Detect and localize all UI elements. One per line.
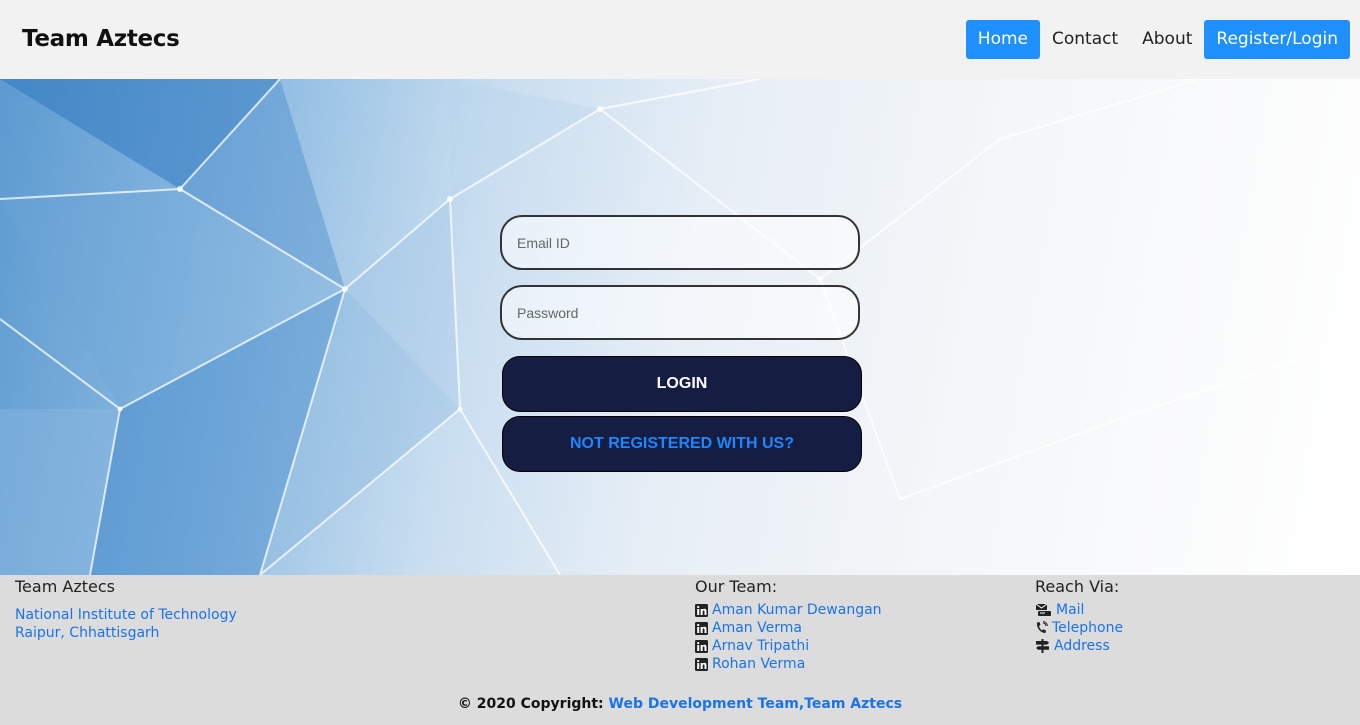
copyright-line: © 2020 Copyright: Web Development Team,T…	[0, 696, 1360, 712]
password-input[interactable]	[500, 285, 860, 340]
login-button[interactable]: LOGIN	[502, 356, 862, 412]
linkedin-icon	[695, 621, 708, 635]
team-member-link[interactable]: Aman Kumar Dewangan	[712, 601, 882, 619]
footer-org-title: Team Aztecs	[15, 577, 115, 596]
nav-home[interactable]: Home	[965, 20, 1040, 59]
footer-reach-title: Reach Via:	[1035, 577, 1120, 596]
nav-contact[interactable]: Contact	[1040, 20, 1130, 59]
linkedin-icon	[695, 639, 708, 653]
team-member-item: Aman Kumar Dewangan	[695, 601, 882, 619]
login-form: LOGIN NOT REGISTERED WITH US?	[500, 215, 862, 472]
nav-register-login[interactable]: Register/Login	[1204, 20, 1350, 59]
hero-section: LOGIN NOT REGISTERED WITH US?	[0, 79, 1360, 575]
reach-mail-link[interactable]: Mail	[1056, 601, 1084, 619]
copyright-prefix: © 2020 Copyright:	[457, 696, 604, 712]
reach-item-telephone: Telephone	[1035, 619, 1123, 637]
team-member-item: Arnav Tripathi	[695, 637, 882, 655]
linkedin-icon	[695, 603, 708, 617]
main-nav: Home Contact About Register/Login	[965, 20, 1350, 59]
reach-telephone-link[interactable]: Telephone	[1052, 619, 1123, 637]
nav-about[interactable]: About	[1130, 20, 1204, 59]
footer-org-line2[interactable]: Raipur, Chhattisgarh	[15, 624, 237, 642]
not-registered-button[interactable]: NOT REGISTERED WITH US?	[502, 416, 862, 472]
footer-reach-column: Reach Via: Mail Telephone Address	[1035, 577, 1123, 655]
footer-org-line1[interactable]: National Institute of Technology	[15, 606, 237, 624]
site-header: Team Aztecs Home Contact About Register/…	[0, 0, 1360, 79]
email-input[interactable]	[500, 215, 860, 270]
brand-title[interactable]: Team Aztecs	[22, 26, 180, 52]
mail-icon	[1035, 603, 1051, 616]
footer-team-title: Our Team:	[695, 577, 778, 596]
signpost-icon	[1036, 639, 1049, 653]
telephone-icon	[1036, 621, 1048, 633]
reach-address-link[interactable]: Address	[1054, 637, 1110, 655]
linkedin-icon	[695, 657, 708, 671]
footer-team-column: Our Team: Aman Kumar Dewangan Aman Verma…	[695, 577, 882, 673]
reach-item-address: Address	[1035, 637, 1123, 655]
team-member-item: Rohan Verma	[695, 655, 882, 673]
team-member-link[interactable]: Arnav Tripathi	[712, 637, 809, 655]
team-member-item: Aman Verma	[695, 619, 882, 637]
copyright-link[interactable]: Web Development Team,Team Aztecs	[609, 696, 903, 712]
team-member-link[interactable]: Rohan Verma	[712, 655, 805, 673]
team-member-link[interactable]: Aman Verma	[712, 619, 802, 637]
site-footer: Team Aztecs National Institute of Techno…	[0, 575, 1360, 725]
footer-org-column: Team Aztecs National Institute of Techno…	[15, 577, 237, 642]
reach-item-mail: Mail	[1035, 601, 1123, 619]
